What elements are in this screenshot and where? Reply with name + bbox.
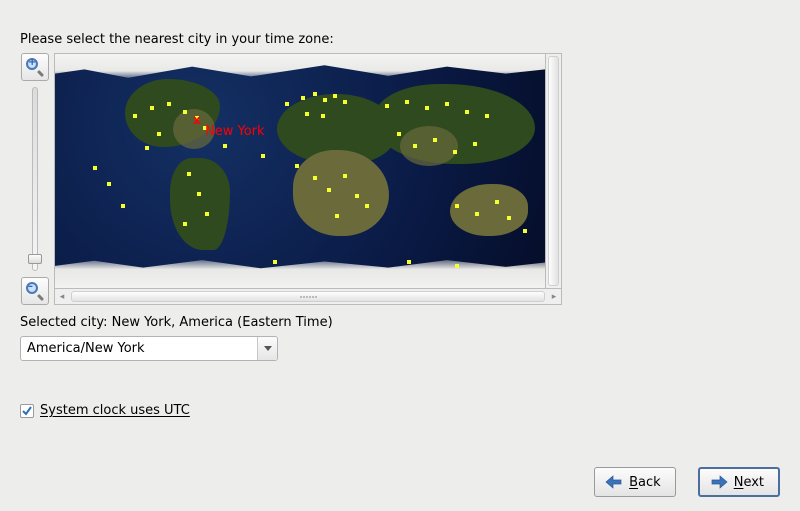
zoom-in-icon: + xyxy=(26,58,44,76)
zoom-in-button[interactable]: + xyxy=(21,53,49,81)
zoom-slider-handle[interactable] xyxy=(28,254,42,264)
scrollbar-thumb[interactable] xyxy=(71,291,545,302)
utc-checkbox-label[interactable]: System clock uses UTC xyxy=(40,403,190,418)
chevron-down-icon[interactable] xyxy=(257,337,277,360)
map-frame: x New York ◂ ▸ xyxy=(54,53,562,305)
arrow-left-icon xyxy=(605,475,623,489)
scroll-left-icon[interactable]: ◂ xyxy=(55,290,69,304)
back-button[interactable]: Back xyxy=(594,467,676,497)
selected-city-value: New York, America (Eastern Time) xyxy=(112,315,333,330)
map-scrollbar-horizontal[interactable]: ◂ ▸ xyxy=(54,289,562,305)
selected-city-marker: x xyxy=(193,114,201,126)
check-icon xyxy=(22,406,32,416)
next-button-label: Next xyxy=(734,475,764,490)
timezone-prompt: Please select the nearest city in your t… xyxy=(20,32,780,47)
timezone-combobox-value: America/New York xyxy=(21,337,257,360)
world-map[interactable]: x New York xyxy=(54,53,546,289)
map-section: + – xyxy=(20,53,780,305)
zoom-out-button[interactable]: – xyxy=(21,277,49,305)
selected-city-marker-label: New York xyxy=(205,124,265,139)
zoom-controls: + – xyxy=(20,53,50,305)
scroll-right-icon[interactable]: ▸ xyxy=(547,290,561,304)
selected-city-prefix: Selected city: xyxy=(20,315,112,330)
zoom-slider[interactable] xyxy=(32,87,38,271)
back-button-label: Back xyxy=(629,475,661,490)
next-button[interactable]: Next xyxy=(698,467,780,497)
zoom-out-icon: – xyxy=(26,282,44,300)
wizard-buttons: Back Next xyxy=(594,467,780,497)
selected-city-line: Selected city: New York, America (Easter… xyxy=(20,315,780,330)
arrow-right-icon xyxy=(710,475,728,489)
scrollbar-thumb[interactable] xyxy=(548,56,559,286)
timezone-combobox[interactable]: America/New York xyxy=(20,336,278,361)
map-scrollbar-vertical[interactable] xyxy=(546,53,562,289)
utc-checkbox[interactable] xyxy=(20,404,34,418)
